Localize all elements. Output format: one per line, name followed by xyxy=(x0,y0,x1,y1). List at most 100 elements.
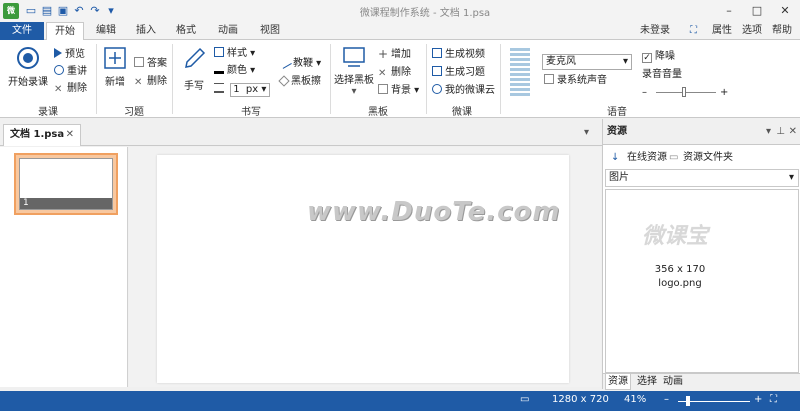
redo-icon[interactable]: ↷ xyxy=(88,4,102,18)
tab-format[interactable]: 格式 xyxy=(168,22,204,40)
resource-item[interactable]: 微课宝 356 x 170 logo.png xyxy=(620,198,740,298)
eraser-button[interactable]: 黑板擦 xyxy=(278,74,321,89)
zoom-slider-thumb[interactable] xyxy=(686,396,690,406)
resolution-label: 1280 x 720 xyxy=(552,394,609,405)
tab-insert[interactable]: 插入 xyxy=(128,22,164,40)
close-panel-icon[interactable]: ✕ xyxy=(789,119,797,145)
my-cloud-button[interactable]: 我的微课云 xyxy=(432,83,495,98)
pointer-icon xyxy=(278,55,292,69)
slide-thumbnails: 1 xyxy=(0,147,128,387)
slide-canvas[interactable]: www.DuoTe.com xyxy=(157,155,569,383)
blackboard-icon xyxy=(343,47,365,67)
exercise-delete-button[interactable]: ✕ 删除 xyxy=(134,74,167,89)
line-width-input[interactable]: 1 px ▾ xyxy=(230,83,271,97)
background-icon xyxy=(378,84,388,94)
minimize-button[interactable]: – xyxy=(716,2,742,20)
zoom-out-button[interactable]: – xyxy=(664,394,669,405)
exercise-icon xyxy=(432,66,442,76)
volume-minus-button[interactable]: – xyxy=(642,85,647,100)
volume-slider[interactable] xyxy=(656,87,716,97)
pin-icon[interactable]: ⊥ xyxy=(776,119,785,145)
panel-tab-resource[interactable]: 资源 xyxy=(605,374,631,390)
open-folder-icon[interactable]: ▤ xyxy=(40,4,54,18)
tab-start[interactable]: 开始 xyxy=(46,22,84,41)
color-dropdown[interactable]: 颜色 ▾ xyxy=(214,63,255,78)
tab-view[interactable]: 视图 xyxy=(252,22,288,40)
close-tab-icon[interactable]: ✕ xyxy=(66,125,74,145)
login-status[interactable]: 未登录 xyxy=(640,23,670,39)
handwrite-button[interactable]: 手写 xyxy=(178,46,210,92)
answer-button[interactable]: 答案 xyxy=(134,56,167,71)
resource-folder-link[interactable]: 资源文件夹 xyxy=(683,147,733,169)
denoise-checkbox[interactable]: ✓ 降噪 xyxy=(642,49,675,64)
resource-category-select[interactable]: 图片 ▾ xyxy=(605,169,799,187)
close-button[interactable]: ✕ xyxy=(772,2,798,20)
help-button[interactable]: 帮助 xyxy=(772,23,792,39)
select-blackboard-label: 选择黑板 xyxy=(334,75,374,86)
rerecord-icon xyxy=(54,65,64,75)
slide-thumbnail[interactable]: 1 xyxy=(14,153,118,215)
record-system-sound-checkbox[interactable]: 录系统声音 xyxy=(544,73,607,88)
delete-blackboard-button[interactable]: ✕ 删除 xyxy=(378,65,411,80)
group-label-record: 录课 xyxy=(38,107,58,118)
panel-title: 资源 ▾ ⊥ ✕ xyxy=(603,119,800,145)
tab-animation[interactable]: 动画 xyxy=(210,22,246,40)
maximize-button[interactable]: □ xyxy=(744,2,770,20)
panel-tab-selection[interactable]: 选择 xyxy=(635,374,659,390)
panel-dropdown-icon[interactable]: ▾ xyxy=(766,119,771,145)
pointer-dropdown[interactable]: 教鞭 ▾ xyxy=(278,55,321,71)
answer-label: 答案 xyxy=(147,58,167,69)
preview-button[interactable]: 预览 xyxy=(54,47,85,62)
select-blackboard-button[interactable]: 选择黑板 ▾ xyxy=(332,46,376,97)
resource-item-dimensions: 356 x 170 xyxy=(654,264,706,275)
undo-icon[interactable]: ↶ xyxy=(72,4,86,18)
volume-meter-icon xyxy=(510,48,530,98)
exercise-delete-label: 删除 xyxy=(147,76,167,87)
online-resource-link[interactable]: 在线资源 xyxy=(627,147,667,169)
resource-category-value: 图片 xyxy=(609,172,629,183)
cloud-icon xyxy=(432,84,442,94)
save-icon[interactable]: ▣ xyxy=(56,4,70,18)
add-blackboard-label: 增加 xyxy=(391,49,411,60)
style-dropdown[interactable]: 样式 ▾ xyxy=(214,46,255,61)
tab-edit[interactable]: 编辑 xyxy=(88,22,124,40)
start-record-label: 开始录课 xyxy=(8,77,48,88)
download-icon: ↓ xyxy=(611,152,620,163)
record-delete-button[interactable]: ✕ 删除 xyxy=(54,81,87,96)
zoom-in-button[interactable]: + xyxy=(754,394,762,405)
answer-icon xyxy=(134,57,144,67)
zoom-slider[interactable] xyxy=(678,396,750,406)
background-dropdown[interactable]: 背景 ▾ xyxy=(378,83,419,98)
quick-access-dropdown-icon[interactable]: ▾ xyxy=(104,4,118,18)
generate-video-button[interactable]: 生成视频 xyxy=(432,47,485,62)
start-record-button[interactable]: 开始录课 xyxy=(6,46,50,88)
rerecord-button[interactable]: 重讲 xyxy=(54,64,87,79)
tab-file[interactable]: 文件 xyxy=(0,22,44,40)
options-button[interactable]: 选项 xyxy=(742,23,762,39)
fullscreen-icon[interactable]: ⛶ xyxy=(690,23,697,39)
generate-exercise-button[interactable]: 生成习题 xyxy=(432,65,485,80)
pointer-label: 教鞭 xyxy=(293,58,313,69)
rerecord-label: 重讲 xyxy=(67,66,87,77)
properties-button[interactable]: 属性 xyxy=(712,23,732,39)
volume-slider-thumb[interactable] xyxy=(682,87,686,97)
tab-list-dropdown-icon[interactable]: ▾ xyxy=(584,127,589,138)
delete-icon: ✕ xyxy=(378,68,387,79)
screen-icon: ▭ xyxy=(520,394,530,405)
microphone-select[interactable]: 麦克风 ▾ xyxy=(542,54,632,70)
add-blackboard-button[interactable]: + 增加 xyxy=(378,47,411,62)
document-tab[interactable]: 文档 1.psa ✕ xyxy=(3,124,81,146)
volume-plus-button[interactable]: + xyxy=(720,85,728,100)
delete-blackboard-label: 删除 xyxy=(391,67,411,78)
add-exercise-button[interactable]: 新增 xyxy=(100,46,130,88)
fit-window-icon[interactable]: ⛶ xyxy=(770,394,777,405)
panel-tab-animation[interactable]: 动画 xyxy=(661,374,685,390)
record-icon xyxy=(17,47,39,69)
line-width-value: 1 xyxy=(233,84,240,95)
new-file-icon[interactable]: ▭ xyxy=(24,4,38,18)
line-width-control[interactable]: 1 px ▾ xyxy=(214,82,271,97)
play-icon xyxy=(54,48,62,58)
line-width-unit: px xyxy=(245,84,259,95)
zoom-level: 41% xyxy=(624,394,647,405)
generate-exercise-label: 生成习题 xyxy=(445,67,485,78)
